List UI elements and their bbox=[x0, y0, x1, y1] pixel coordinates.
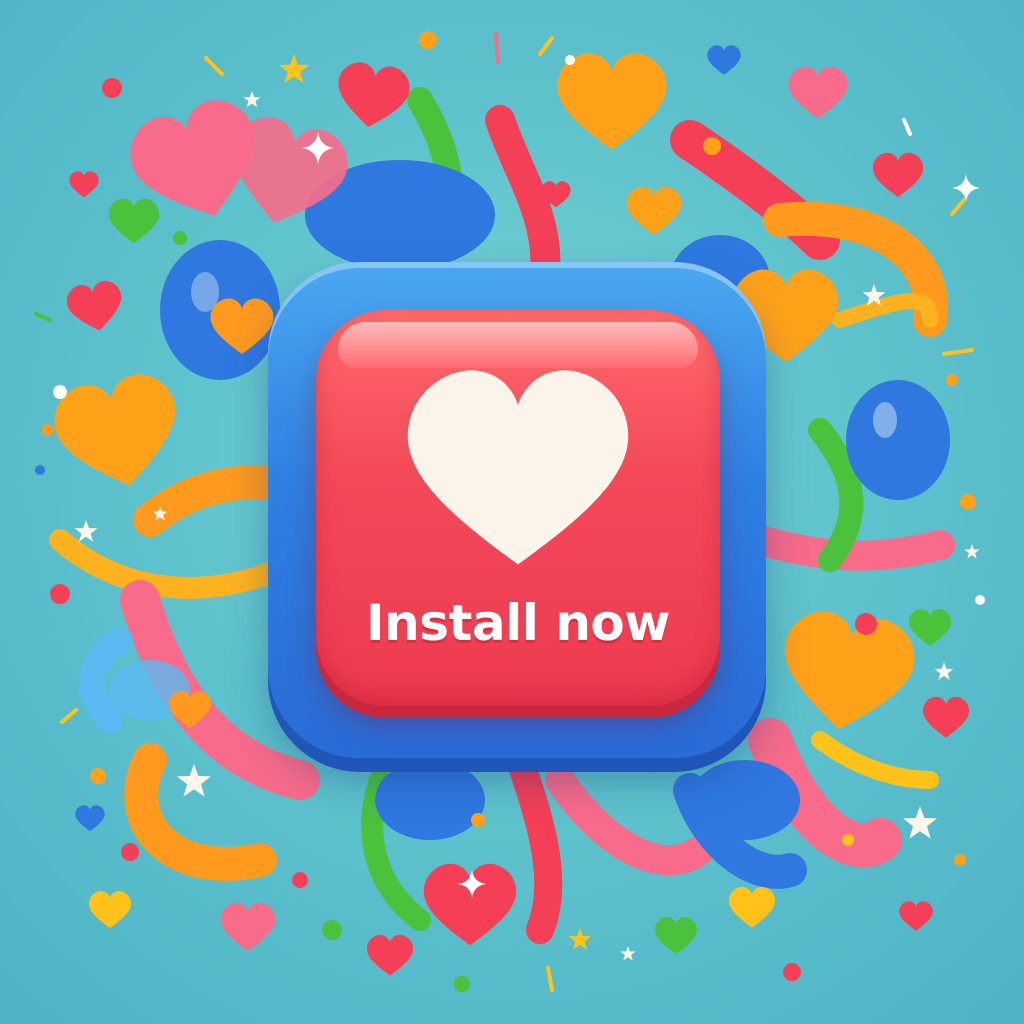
confetti-dot bbox=[419, 31, 437, 49]
balloon bbox=[690, 760, 800, 840]
heart-icon bbox=[788, 66, 848, 119]
confetti-dot bbox=[322, 920, 342, 940]
confetti-stroke bbox=[950, 198, 966, 216]
confetti-dot bbox=[454, 976, 470, 992]
heart-icon bbox=[423, 863, 517, 946]
heart-icon bbox=[626, 186, 682, 235]
confetti-dot bbox=[855, 613, 877, 635]
heart-icon bbox=[909, 609, 951, 646]
confetti-dot bbox=[42, 424, 54, 436]
heart-icon bbox=[332, 59, 413, 132]
heart-icon bbox=[47, 367, 190, 499]
confetti-dot bbox=[90, 768, 106, 784]
star-icon bbox=[243, 91, 261, 108]
sparkle-icon bbox=[952, 174, 980, 202]
star-icon bbox=[902, 806, 938, 839]
heart-icon bbox=[557, 53, 667, 150]
confetti-stroke bbox=[942, 348, 974, 356]
confetti-dot bbox=[783, 963, 801, 981]
star-icon bbox=[74, 520, 98, 542]
confetti-dot bbox=[53, 385, 67, 399]
install-now-label: Install now bbox=[366, 594, 670, 652]
confetti-stroke bbox=[60, 708, 78, 724]
confetti-dot bbox=[102, 78, 122, 98]
confetti-dot bbox=[703, 137, 721, 155]
star-icon bbox=[620, 946, 636, 961]
ribbon bbox=[49, 529, 311, 599]
heart-icon bbox=[707, 45, 741, 75]
heart-icon bbox=[728, 886, 776, 928]
star-icon bbox=[934, 662, 954, 681]
confetti-dot bbox=[565, 55, 575, 65]
balloon bbox=[873, 402, 897, 438]
star-icon bbox=[568, 928, 592, 950]
confetti-dot bbox=[842, 834, 854, 846]
confetti-stroke bbox=[494, 32, 500, 64]
confetti-dot bbox=[50, 584, 70, 604]
confetti-stroke bbox=[34, 312, 52, 322]
heart-icon bbox=[899, 901, 933, 931]
ribbon bbox=[811, 731, 939, 789]
heart-icon bbox=[366, 934, 414, 976]
heart-icon bbox=[69, 171, 99, 198]
confetti-dot bbox=[292, 872, 308, 888]
balloon bbox=[375, 760, 485, 840]
heart-icon bbox=[64, 278, 127, 336]
heart-icon bbox=[75, 805, 105, 832]
splash-screen: Install now bbox=[0, 0, 1024, 1024]
heart-icon bbox=[872, 152, 924, 198]
heart-icon bbox=[774, 606, 920, 739]
heart-icon bbox=[407, 370, 629, 565]
confetti-dot bbox=[946, 374, 958, 386]
confetti-dot bbox=[954, 854, 966, 866]
heart-icon bbox=[89, 891, 131, 928]
heart-icon bbox=[922, 696, 970, 738]
confetti-stroke bbox=[538, 36, 554, 56]
confetti-stroke bbox=[204, 56, 224, 76]
confetti-stroke bbox=[546, 966, 554, 992]
confetti-dot bbox=[173, 231, 187, 245]
confetti-stroke bbox=[902, 118, 912, 136]
button-gloss bbox=[338, 322, 698, 368]
heart-icon bbox=[108, 198, 160, 244]
confetti-dot bbox=[35, 465, 45, 475]
confetti-dot bbox=[960, 494, 976, 510]
balloon bbox=[846, 380, 950, 500]
ribbon bbox=[506, 746, 563, 944]
star-icon bbox=[176, 764, 212, 797]
confetti-dot bbox=[975, 595, 985, 605]
heart-icon bbox=[220, 902, 276, 951]
heart-icon bbox=[655, 917, 697, 954]
confetti-dot bbox=[471, 813, 485, 827]
confetti-dot bbox=[121, 843, 139, 861]
install-now-button[interactable]: Install now bbox=[316, 310, 720, 706]
star-icon bbox=[964, 544, 980, 559]
star-icon bbox=[278, 54, 310, 83]
